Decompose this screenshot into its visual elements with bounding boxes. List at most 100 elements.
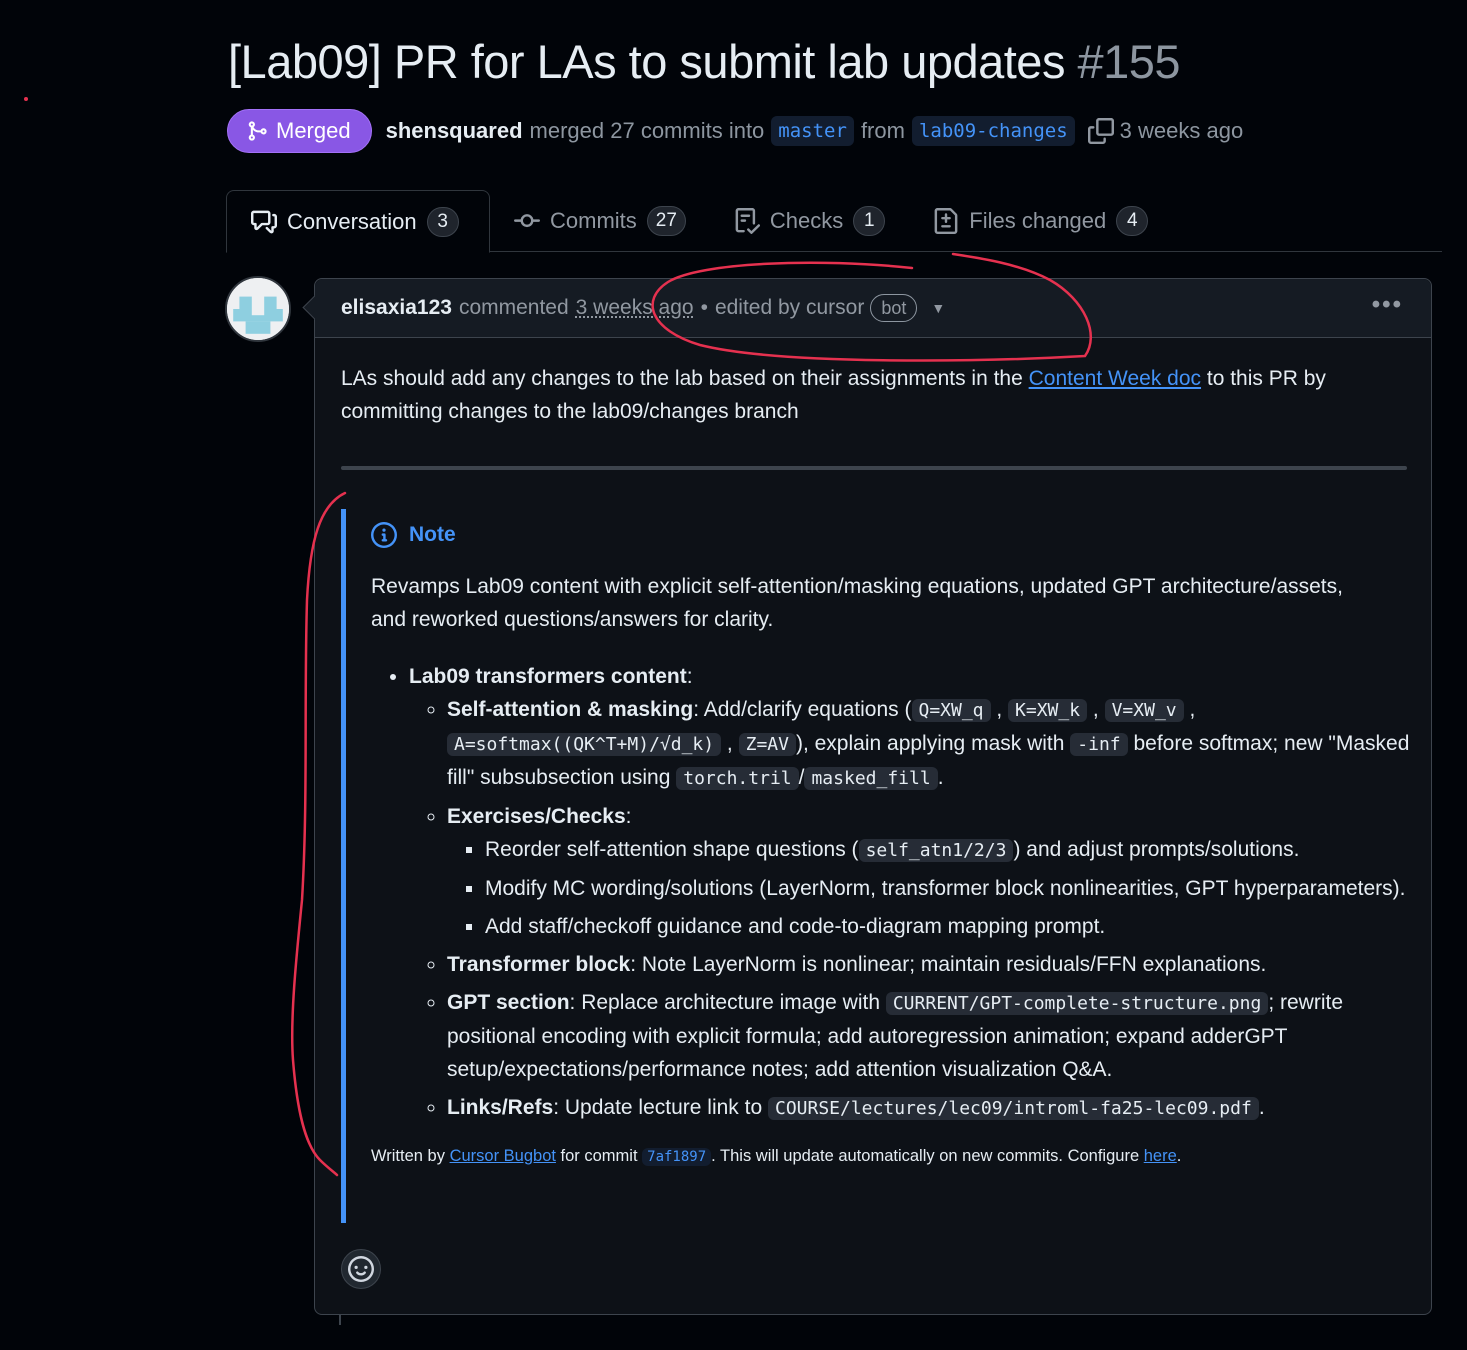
kebab-menu-icon[interactable]: ••• xyxy=(1372,291,1403,319)
from-text: from xyxy=(860,118,905,143)
comment-author-link[interactable]: elisaxia123 xyxy=(341,296,452,320)
footer-end: . xyxy=(1176,1147,1182,1165)
tab-conversation-count: 3 xyxy=(426,206,459,237)
code-gpt-image: CURRENT/GPT-complete-structure.png xyxy=(885,992,1269,1015)
tab-checks-count: 1 xyxy=(853,206,886,236)
checklist-icon xyxy=(735,208,760,234)
pr-time: 3 weeks ago xyxy=(1119,118,1244,143)
code-z: Z=AV xyxy=(738,733,796,756)
section-label: Lab09 transformers content xyxy=(409,665,687,688)
edited-by-text[interactable]: edited by cursor xyxy=(715,296,864,320)
tab-conversation[interactable]: Conversation 3 xyxy=(226,190,490,253)
code-self-atn: self_atn1/2/3 xyxy=(858,839,1014,862)
git-commit-icon xyxy=(514,214,540,228)
footer-text-b: for commit xyxy=(555,1147,643,1165)
links-text-a: : Update lecture link to xyxy=(553,1096,768,1119)
gpt-section-label: GPT section xyxy=(447,991,570,1014)
pr-meta: Merged shensquared merged 27 commits int… xyxy=(227,108,1243,154)
note-title-label: Note xyxy=(409,523,456,546)
list-item-self-attention: Self-attention & masking: Add/clarify eq… xyxy=(447,693,1411,795)
ex1-text-a: Reorder self-attention shape questions ( xyxy=(485,838,859,861)
bugbot-footer: Written by Cursor Bugbot for commit 7af1… xyxy=(371,1147,1411,1166)
links-end: . xyxy=(1258,1096,1265,1119)
merged-label: Merged xyxy=(276,118,351,143)
comment-time-link[interactable]: 3 weeks ago xyxy=(576,296,694,320)
tab-checks[interactable]: Checks 1 xyxy=(710,190,909,252)
copy-icon[interactable] xyxy=(1087,118,1114,144)
exercises-sublist: Reorder self-attention shape questions (… xyxy=(447,833,1411,943)
tab-checks-label: Checks xyxy=(769,208,844,233)
pr-title-text: [Lab09] PR for LAs to submit lab updates xyxy=(228,35,1065,88)
annotation-dot xyxy=(24,97,28,101)
intro-text-before: LAs should add any changes to the lab ba… xyxy=(341,367,1029,390)
code-inf: -inf xyxy=(1070,733,1128,756)
code-a: A=softmax((QK^T+M)/√d_k) xyxy=(447,733,722,756)
transformer-block-label: Transformer block xyxy=(447,953,631,976)
note-callout: Note Revamps Lab09 content with explicit… xyxy=(341,509,1411,1223)
tab-files-changed-count: 4 xyxy=(1116,206,1149,236)
head-branch-link[interactable]: lab09-changes xyxy=(911,116,1075,146)
git-merge-icon xyxy=(248,121,267,141)
code-k: K=XW_k xyxy=(1008,699,1088,722)
code-pdf-path: COURSE/lectures/lec09/introml-fa25-lec09… xyxy=(767,1097,1259,1120)
tab-conversation-label: Conversation xyxy=(287,208,417,234)
exercises-label: Exercises/Checks xyxy=(447,805,626,828)
tab-commits-label: Commits xyxy=(550,208,637,233)
horizontal-rule xyxy=(341,466,1407,470)
comment-header: elisaxia123 commented 3 weeks ago • edit… xyxy=(315,279,1431,338)
changes-list: Lab09 transformers content: Self-attenti… xyxy=(371,660,1411,1125)
footer-text-c: . This will update automatically on new … xyxy=(711,1147,1144,1165)
file-diff-icon xyxy=(934,208,958,234)
pr-page: [Lab09] PR for LAs to submit lab updates… xyxy=(0,0,1467,1350)
smiley-icon xyxy=(348,1256,374,1282)
timeline-connector xyxy=(339,1315,341,1325)
comment-action: commented xyxy=(458,296,569,319)
merged-badge: Merged xyxy=(227,109,372,153)
sa-text-2: ), explain applying mask with xyxy=(795,732,1071,755)
configure-here-link[interactable]: here xyxy=(1144,1147,1177,1165)
pr-author-link[interactable]: shensquared xyxy=(386,118,523,144)
code-q: Q=XW_q xyxy=(911,699,991,722)
comment-box: elisaxia123 commented 3 weeks ago • edit… xyxy=(314,278,1432,1315)
chevron-down-icon[interactable]: ▼ xyxy=(931,300,945,316)
pr-number: #155 xyxy=(1077,35,1181,88)
tab-files-changed[interactable]: Files changed 4 xyxy=(909,190,1172,252)
pr-tabs: Conversation 3 Commits 27 Checks 1 Files… xyxy=(226,190,1442,253)
comment-body: LAs should add any changes to the lab ba… xyxy=(315,338,1431,428)
ex1-text-b: ) and adjust prompts/solutions. xyxy=(1013,838,1300,861)
pr-title: [Lab09] PR for LAs to submit lab updates… xyxy=(228,34,1181,89)
gpt-text-a: : Replace architecture image with xyxy=(569,991,886,1014)
comment-intro: LAs should add any changes to the lab ba… xyxy=(341,362,1391,428)
footer-text-a: Written by xyxy=(371,1147,450,1165)
cursor-bugbot-link[interactable]: Cursor Bugbot xyxy=(450,1147,556,1165)
bot-badge: bot xyxy=(870,294,918,322)
links-label: Links/Refs xyxy=(447,1096,554,1119)
header-separator: • xyxy=(700,296,708,319)
base-branch-link[interactable]: master xyxy=(771,116,854,146)
tb-text: : Note LayerNorm is nonlinear; maintain … xyxy=(630,953,1267,976)
tab-files-changed-label: Files changed xyxy=(969,208,1107,233)
add-reaction-button[interactable] xyxy=(341,1249,381,1289)
list-item: Add staff/checkoff guidance and code-to-… xyxy=(485,910,1411,943)
list-item: Modify MC wording/solutions (LayerNorm, … xyxy=(485,872,1411,905)
list-item: Lab09 transformers content: Self-attenti… xyxy=(409,660,1411,1125)
sa-text-1: : Add/clarify equations ( xyxy=(693,698,912,721)
list-item-gpt-section: GPT section: Replace architecture image … xyxy=(447,986,1411,1086)
commit-sha-link[interactable]: 7af1897 xyxy=(642,1148,712,1166)
sublist: Self-attention & masking: Add/clarify eq… xyxy=(409,693,1411,1125)
code-v: V=XW_v xyxy=(1104,699,1184,722)
avatar[interactable] xyxy=(225,276,291,342)
note-title: Note xyxy=(371,522,1411,548)
list-item-links: Links/Refs: Update lecture link to COURS… xyxy=(447,1091,1411,1125)
list-item-exercises: Exercises/Checks: Reorder self-attention… xyxy=(447,800,1411,943)
info-icon xyxy=(371,522,397,548)
note-summary: Revamps Lab09 content with explicit self… xyxy=(371,575,1343,631)
tab-commits[interactable]: Commits 27 xyxy=(490,190,710,252)
code-tril: torch.tril xyxy=(676,767,799,790)
pr-action-text: merged 27 commits into xyxy=(529,118,765,143)
self-attention-label: Self-attention & masking xyxy=(447,698,694,721)
content-week-doc-link[interactable]: Content Week doc xyxy=(1029,367,1201,390)
code-masked-fill: masked_fill xyxy=(804,767,938,790)
list-item-transformer-block: Transformer block: Note LayerNorm is non… xyxy=(447,948,1411,981)
sa-end: . xyxy=(937,766,944,789)
